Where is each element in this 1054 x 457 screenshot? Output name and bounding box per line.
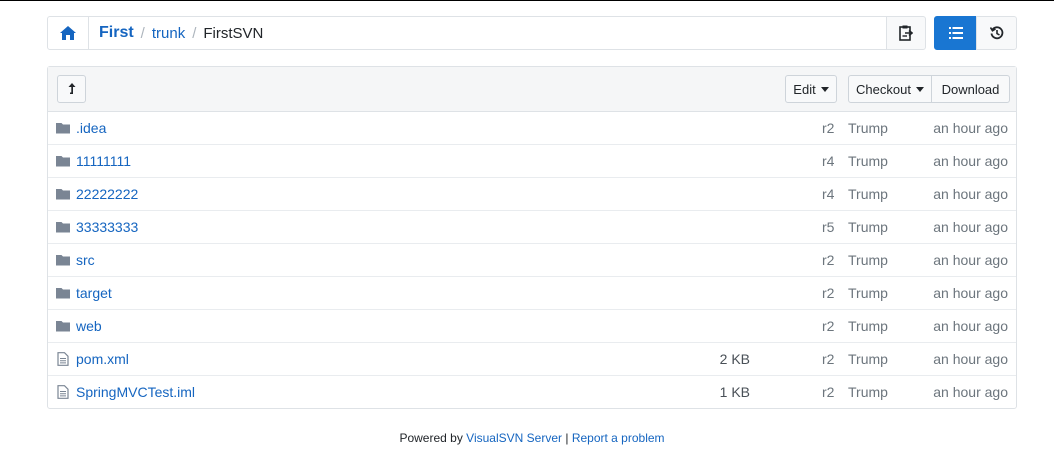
folder-icon bbox=[56, 222, 70, 233]
list-view-button[interactable] bbox=[934, 16, 977, 50]
list-item[interactable]: 22222222 r4 Trump an hour ago bbox=[48, 178, 1016, 211]
entry-name[interactable]: pom.xml bbox=[76, 351, 129, 367]
folder-icon bbox=[56, 156, 70, 167]
entry-author: Trump bbox=[848, 219, 888, 235]
entry-revision[interactable]: r2 bbox=[822, 384, 834, 400]
history-button[interactable] bbox=[976, 16, 1017, 50]
edit-dropdown-button[interactable]: Edit bbox=[785, 75, 837, 103]
entry-author: Trump bbox=[848, 384, 888, 400]
entry-age: an hour ago bbox=[933, 186, 1008, 202]
list-item[interactable]: pom.xml 2 KB r2 Trump an hour ago bbox=[48, 343, 1016, 376]
entry-author: Trump bbox=[848, 318, 888, 334]
history-icon bbox=[989, 26, 1003, 40]
panel-toolbar: Edit Checkout Download bbox=[48, 67, 1016, 112]
home-icon bbox=[60, 26, 76, 40]
entry-author: Trump bbox=[848, 153, 888, 169]
entry-author: Trump bbox=[848, 285, 888, 301]
entry-name[interactable]: .idea bbox=[76, 120, 106, 136]
clipboard-copy-icon bbox=[899, 25, 913, 41]
file-icon bbox=[57, 352, 69, 366]
parent-folder-button[interactable] bbox=[57, 75, 86, 103]
home-button[interactable] bbox=[48, 17, 89, 49]
breadcrumb-separator: / bbox=[140, 24, 145, 42]
entry-size: 2 KB bbox=[719, 351, 750, 367]
entry-revision[interactable]: r2 bbox=[822, 351, 834, 367]
folder-icon bbox=[56, 321, 70, 332]
entry-author: Trump bbox=[848, 252, 888, 268]
chevron-down-icon bbox=[915, 86, 924, 92]
entry-age: an hour ago bbox=[933, 120, 1008, 136]
entry-age: an hour ago bbox=[933, 351, 1008, 367]
level-up-icon bbox=[68, 83, 75, 94]
list-item[interactable]: src r2 Trump an hour ago bbox=[48, 244, 1016, 277]
entry-revision[interactable]: r2 bbox=[822, 318, 834, 334]
list-item[interactable]: web r2 Trump an hour ago bbox=[48, 310, 1016, 343]
entry-list: .idea r2 Trump an hour ago 11111111 r4 T… bbox=[48, 112, 1016, 409]
entry-age: an hour ago bbox=[933, 219, 1008, 235]
entry-revision[interactable]: r2 bbox=[822, 252, 834, 268]
breadcrumb-current: FirstSVN bbox=[203, 24, 264, 42]
entry-name[interactable]: web bbox=[76, 318, 102, 334]
entry-revision[interactable]: r4 bbox=[822, 153, 834, 169]
folder-icon bbox=[56, 255, 70, 266]
visualsvn-link[interactable]: VisualSVN Server bbox=[466, 431, 562, 445]
entry-age: an hour ago bbox=[933, 153, 1008, 169]
download-button-label: Download bbox=[941, 81, 1000, 97]
checkout-dropdown-button[interactable]: Checkout bbox=[848, 75, 932, 103]
breadcrumb-trunk-link[interactable]: trunk bbox=[152, 25, 185, 42]
folder-icon bbox=[56, 288, 70, 299]
entry-name[interactable]: target bbox=[76, 285, 112, 301]
list-item[interactable]: .idea r2 Trump an hour ago bbox=[48, 112, 1016, 145]
entry-age: an hour ago bbox=[933, 285, 1008, 301]
top-bar: First / trunk / FirstSVN bbox=[47, 16, 1017, 50]
footer-separator: | bbox=[565, 431, 569, 445]
footer: Powered by VisualSVN Server | Report a p… bbox=[0, 431, 1054, 445]
entry-name[interactable]: 22222222 bbox=[76, 186, 138, 202]
breadcrumb-separator: / bbox=[192, 24, 197, 42]
folder-icon bbox=[56, 123, 70, 134]
entry-author: Trump bbox=[848, 120, 888, 136]
entry-revision[interactable]: r2 bbox=[822, 120, 834, 136]
list-item[interactable]: target r2 Trump an hour ago bbox=[48, 277, 1016, 310]
entry-age: an hour ago bbox=[933, 384, 1008, 400]
entry-author: Trump bbox=[848, 186, 888, 202]
report-problem-link[interactable]: Report a problem bbox=[572, 431, 665, 445]
footer-prefix: Powered by bbox=[399, 431, 463, 445]
list-view-icon bbox=[948, 27, 963, 39]
file-icon bbox=[57, 385, 69, 399]
breadcrumb-items: First / trunk / FirstSVN bbox=[89, 24, 263, 42]
checkout-button-label: Checkout bbox=[856, 81, 911, 97]
chevron-down-icon bbox=[820, 86, 829, 92]
list-item[interactable]: 33333333 r5 Trump an hour ago bbox=[48, 211, 1016, 244]
entry-name[interactable]: src bbox=[76, 252, 95, 268]
entry-name[interactable]: 11111111 bbox=[76, 153, 131, 169]
list-item[interactable]: SpringMVCTest.iml 1 KB r2 Trump an hour … bbox=[48, 376, 1016, 409]
entry-size: 1 KB bbox=[719, 384, 750, 400]
entry-revision[interactable]: r5 bbox=[822, 219, 834, 235]
entry-revision[interactable]: r2 bbox=[822, 285, 834, 301]
entry-revision[interactable]: r4 bbox=[822, 186, 834, 202]
entry-name[interactable]: SpringMVCTest.iml bbox=[76, 384, 195, 400]
download-button[interactable]: Download bbox=[931, 75, 1010, 103]
breadcrumb: First / trunk / FirstSVN bbox=[47, 16, 888, 50]
copy-url-button[interactable] bbox=[886, 16, 926, 50]
list-item[interactable]: 11111111 r4 Trump an hour ago bbox=[48, 145, 1016, 178]
entry-age: an hour ago bbox=[933, 318, 1008, 334]
repository-browser: Edit Checkout Download .idea r2 Trump an… bbox=[47, 66, 1017, 409]
entry-name[interactable]: 33333333 bbox=[76, 219, 138, 235]
edit-button-label: Edit bbox=[793, 81, 816, 97]
folder-icon bbox=[56, 189, 70, 200]
breadcrumb-repo-link[interactable]: First bbox=[99, 24, 134, 42]
entry-author: Trump bbox=[848, 351, 888, 367]
entry-age: an hour ago bbox=[933, 252, 1008, 268]
